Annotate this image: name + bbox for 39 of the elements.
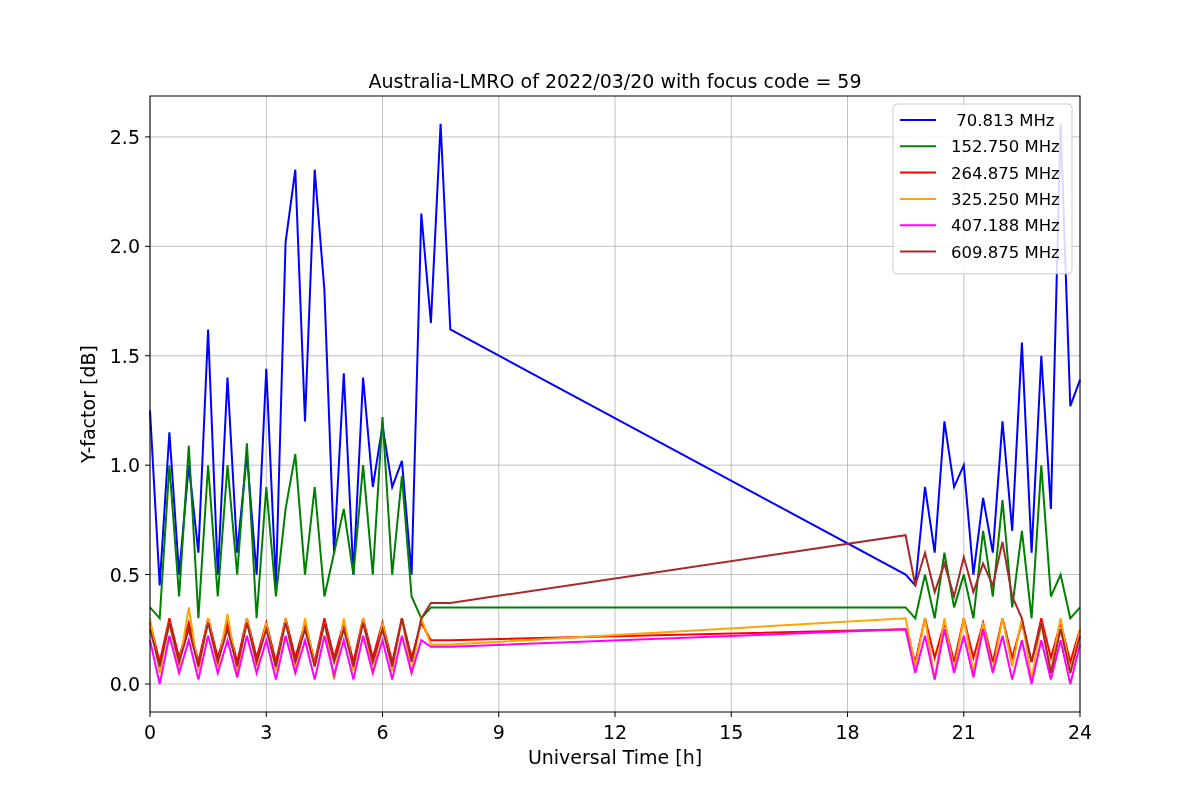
x-tick [382,711,383,718]
y-tick [144,683,151,685]
legend-label: 264.875 MHz [951,163,1060,183]
y-tick [144,355,151,357]
x-axis-label: Universal Time [h] [527,746,703,768]
legend-label: 407.188 MHz [951,216,1060,236]
x-tick [149,711,151,718]
x-tick [498,711,500,718]
chart-title: Australia-LMRO of 2022/03/20 with focus code = 59 [368,70,862,92]
legend-label: 152.750 MHz [951,137,1060,157]
legend-label: 70.813 MHz [956,111,1055,130]
y-tick-label: 2.5 [109,125,140,148]
y-tick-label: 0.5 [109,563,140,586]
y-tick [144,245,151,247]
y-tick-label: 2.0 [109,235,140,258]
x-tick [1079,711,1081,718]
x-tick-label: 24 [1067,721,1093,743]
x-tick-label: 21 [951,721,976,743]
x-tick [730,711,732,718]
y-tick-label: 1.5 [109,344,140,367]
legend-label: 609.875 MHz [951,242,1060,262]
x-tick [265,711,267,718]
x-tick [963,711,965,718]
y-tick [144,574,151,576]
y-tick [144,136,151,138]
x-tick-label: 9 [492,721,505,743]
x-tick [847,711,848,718]
legend-label: 325.250 MHz [951,189,1060,209]
x-tick [614,711,616,718]
x-tick-label: 0 [143,721,157,743]
x-tick-label: 15 [719,721,744,743]
y-axis-label: Y-factor [dB] [77,345,99,463]
x-tick-label: 12 [602,721,628,743]
x-tick-label: 18 [835,721,860,743]
y-tick [144,464,151,466]
y-tick-label: 1.0 [109,454,140,477]
y-tick-label: 0.0 [109,673,140,695]
x-tick-label: 3 [260,721,273,743]
x-tick-label: 6 [376,721,389,743]
